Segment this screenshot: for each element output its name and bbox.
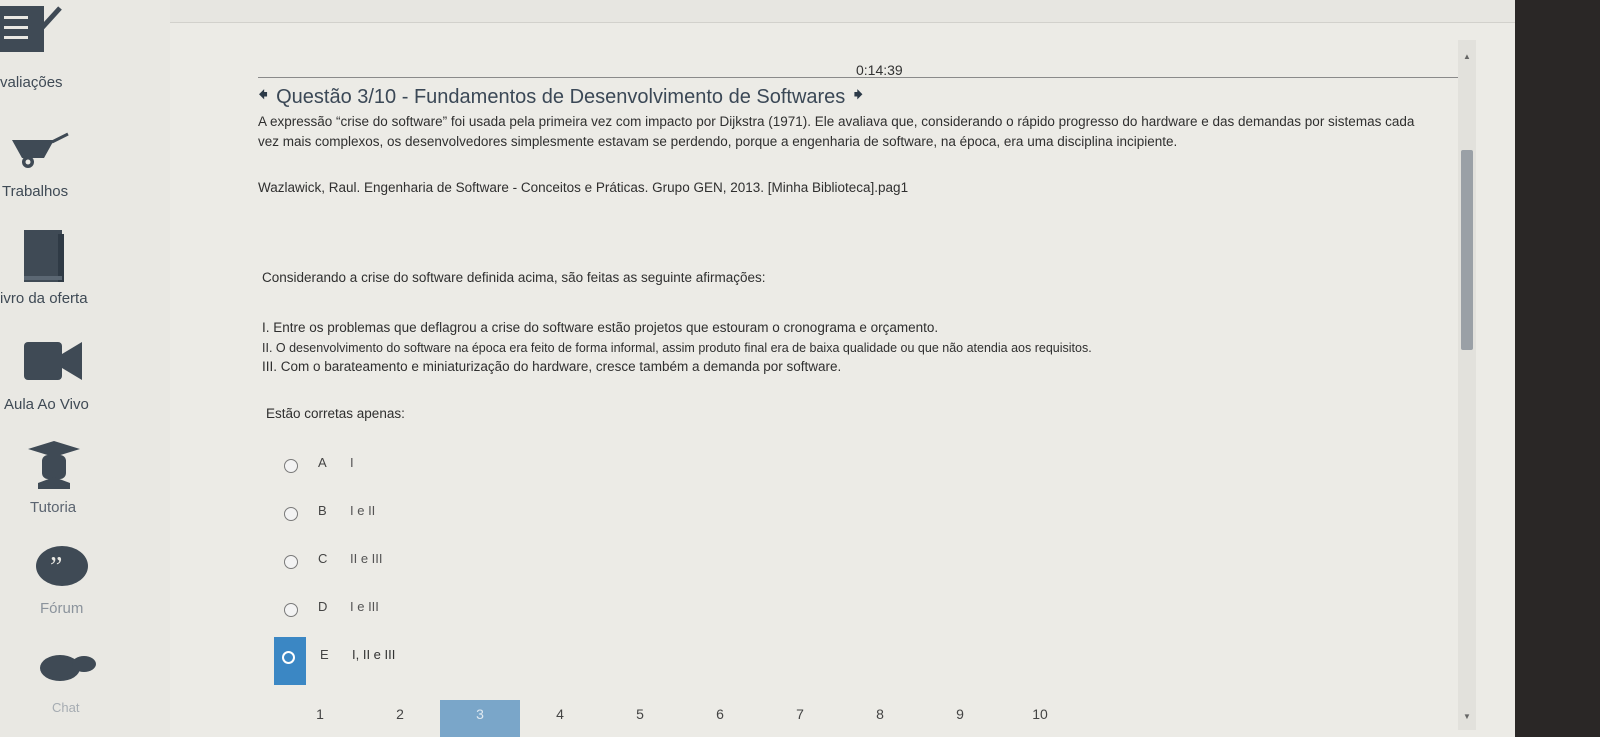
top-strip: [0, 0, 1515, 23]
quote-bubble-icon: ”: [32, 544, 90, 595]
answer-option-b[interactable]: B I e II: [280, 503, 395, 551]
option-letter: A: [318, 455, 327, 470]
question-title: Questão 3/10 - Fundamentos de Desenvolvi…: [276, 85, 846, 108]
radio-button[interactable]: [284, 555, 298, 569]
option-text: I e III: [350, 599, 379, 614]
question-intro: A expressão “crise do software” foi usad…: [258, 114, 1415, 149]
wheelbarrow-icon: [8, 130, 70, 175]
answer-option-a[interactable]: A I: [280, 455, 395, 503]
sidebar-item-label: Chat: [52, 700, 80, 715]
sidebar-item-label: Fórum: [40, 600, 84, 617]
question-text: Estão corretas apenas:: [266, 406, 405, 421]
sidebar-item-forum[interactable]: ” Fórum: [0, 540, 170, 640]
sidebar-item-avaliacoes[interactable]: valiações: [0, 0, 170, 100]
sidebar-item-tutoria[interactable]: Tutoria: [0, 435, 170, 535]
option-text: I: [350, 455, 354, 470]
sidebar-item-label: Tutoria: [30, 499, 77, 516]
sidebar-item-chat[interactable]: Chat: [0, 640, 170, 737]
book-icon: [22, 228, 68, 289]
question-reference: Wazlawick, Raul. Engenharia de Software …: [258, 180, 909, 195]
question-pagination: 1 2 3 4 5 6 7 8 9 10: [280, 700, 1080, 737]
vertical-scrollbar[interactable]: ▲ ▼: [1458, 40, 1476, 730]
previous-question-arrow-icon[interactable]: 🠸: [258, 80, 268, 114]
page-link-5[interactable]: 5: [600, 700, 680, 737]
scroll-up-arrow-icon[interactable]: ▲: [1463, 52, 1471, 61]
page-link-3-current[interactable]: 3: [440, 700, 520, 737]
sidebar-item-trabalhos[interactable]: Trabalhos: [0, 110, 170, 210]
radio-button[interactable]: [284, 459, 298, 473]
page-link-4[interactable]: 4: [520, 700, 600, 737]
page-link-9[interactable]: 9: [920, 700, 1000, 737]
selected-option-highlight: [274, 637, 306, 685]
sidebar-item-label: Trabalhos: [2, 183, 69, 200]
sidebar-item-livro-da-oferta[interactable]: ivro da oferta: [0, 220, 170, 320]
next-question-arrow-icon[interactable]: 🠺: [853, 80, 863, 114]
answer-option-c[interactable]: C II e III: [280, 551, 395, 599]
radio-button[interactable]: [284, 507, 298, 521]
option-letter: D: [318, 599, 328, 614]
exam-timer: 0:14:39: [856, 62, 903, 78]
sidebar-item-aula-ao-vivo[interactable]: Aula Ao Vivo: [0, 330, 170, 430]
sidebar-item-label: ivro da oferta: [0, 290, 88, 307]
window-edge: [1515, 0, 1600, 737]
header-divider: [258, 77, 1458, 78]
statement-1: I. Entre os problemas que deflagrou a cr…: [262, 320, 939, 335]
checklist-icon: [0, 2, 64, 63]
radio-button[interactable]: [284, 603, 298, 617]
video-camera-icon: [24, 340, 84, 387]
page-link-2[interactable]: 2: [360, 700, 440, 737]
graduation-cap-icon: [26, 439, 82, 494]
option-text: II e III: [350, 551, 383, 566]
page-link-6[interactable]: 6: [680, 700, 760, 737]
option-letter: C: [318, 551, 328, 566]
statement-3: III. Com o barateamento e miniaturização…: [262, 359, 842, 374]
page-link-10[interactable]: 10: [1000, 700, 1080, 737]
page-link-1[interactable]: 1: [280, 700, 360, 737]
option-letter: E: [320, 647, 329, 662]
option-text: I, II e III: [352, 647, 396, 662]
answer-option-e[interactable]: E I, II e III: [274, 637, 396, 695]
page-link-8[interactable]: 8: [840, 700, 920, 737]
radio-button-selected[interactable]: [282, 651, 295, 664]
question-header: 🠸 Questão 3/10 - Fundamentos de Desenvol…: [258, 80, 863, 114]
chat-bubble-icon: [38, 650, 100, 689]
scrollbar-thumb[interactable]: [1461, 150, 1473, 350]
sidebar-item-label: valiações: [0, 74, 63, 91]
option-text: I e II: [350, 503, 376, 518]
svg-text:”: ”: [50, 552, 62, 583]
sidebar: valiações Trabalhos ivro da oferta Aula …: [0, 0, 170, 737]
answer-options: A I B I e II C II e III D I e III E I, I…: [274, 455, 396, 695]
statement-2: II. O desenvolvimento do software na épo…: [262, 341, 1092, 355]
option-letter: B: [318, 503, 327, 518]
sidebar-item-label: Aula Ao Vivo: [4, 396, 89, 413]
question-prompt: Considerando a crise do software definid…: [262, 270, 766, 285]
page-link-7[interactable]: 7: [760, 700, 840, 737]
scroll-down-arrow-icon[interactable]: ▼: [1463, 712, 1471, 721]
